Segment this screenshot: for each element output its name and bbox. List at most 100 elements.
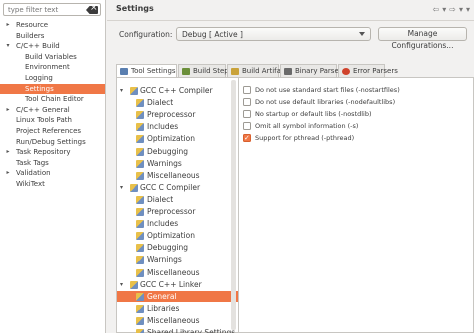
nav-item[interactable]: ▸ Resource [0,20,105,30]
tab-build-artifact[interactable]: Build Artifact [227,64,288,77]
option-page-icon [136,99,144,108]
option-checkbox[interactable] [243,86,251,94]
tool-option-page[interactable]: Optimization [117,230,238,241]
nav-item-label: Build Variables [25,52,77,61]
tool-group-label: GCC C Compiler [140,182,201,192]
forward-dropdown-icon[interactable]: ▾ [459,5,463,14]
option-checkbox[interactable] [243,98,251,106]
option-checkbox[interactable] [243,133,251,143]
tool-group-label: GCC C++ Compiler [140,86,213,95]
option-checkbox[interactable] [243,110,251,118]
expanded-arrow-icon[interactable]: ▾ [4,41,12,51]
tool-option-page[interactable]: Includes [117,218,238,229]
tab-build-steps[interactable]: Build Steps [178,64,232,77]
option-page-icon [136,208,144,216]
tool-option-page[interactable]: General [117,290,238,302]
option-page-icon [136,220,144,229]
tab-error-parsers[interactable]: Error Parsers [338,64,398,77]
tool-option-page[interactable]: Optimization [117,133,238,144]
option-page-icon [136,316,144,325]
tab-icon [182,68,190,75]
tool-option-label: Dialect [147,98,174,108]
nav-item[interactable]: Tool Chain Editor [0,94,105,104]
filter-field[interactable] [3,3,101,16]
nav-item[interactable]: WikiText [0,179,105,189]
nav-item-label: Logging [25,74,53,82]
nav-item-label: Task Repository [16,148,71,157]
nav-item[interactable]: Task Tags [0,158,105,168]
tool-option-page[interactable]: Miscellaneous [117,315,238,326]
nav-item[interactable]: ▸ C/C++ General [0,105,105,115]
expanded-arrow-icon[interactable]: ▾ [120,85,123,96]
filter-input[interactable] [8,5,86,15]
collapsed-arrow-icon[interactable]: ▸ [4,20,12,30]
nav-item[interactable]: Project References [0,126,105,136]
tool-option-page[interactable]: Shared Library Settings [117,327,238,333]
nav-item-label: Tool Chain Editor [25,95,84,104]
nav-item[interactable]: Run/Debug Settings [0,137,105,147]
nav-item[interactable]: ▸ Validation [0,168,105,178]
tab-icon [284,68,292,75]
forward-arrow-icon[interactable]: ⇨ [449,5,456,14]
nav-item[interactable]: Builders [0,31,105,41]
tool-tree: ▾ GCC C++ Compiler Dialect Preprocessor Incl… [117,78,239,333]
nav-item-label: Resource [16,21,49,29]
option-page-icon [136,232,144,241]
nav-item[interactable]: Environment [0,62,105,72]
expanded-arrow-icon[interactable]: ▾ [120,182,123,193]
tool-option-label: Preprocessor [147,207,196,216]
tab-tool-settings[interactable]: Tool Settings [116,64,177,78]
tool-option-label: Dialect [147,194,174,204]
option-label: Omit all symbol information (-s) [255,122,359,130]
tool-group[interactable]: ▾ GCC C Compiler [117,182,238,193]
expanded-arrow-icon[interactable]: ▾ [120,279,123,290]
tool-option-label: Libraries [147,303,180,313]
collapsed-arrow-icon[interactable]: ▸ [4,105,12,115]
tool-option-page[interactable]: Preprocessor [117,206,238,217]
collapsed-arrow-icon[interactable]: ▸ [4,147,12,157]
tab-binary-parsers[interactable]: Binary Parsers [280,64,345,77]
nav-item[interactable]: Build Variables [0,52,105,62]
configuration-select[interactable]: Debug [ Active ] [176,27,371,41]
configuration-value: Debug [ Active ] [182,30,243,39]
tool-option-page[interactable]: Miscellaneous [117,170,238,181]
tool-option-page[interactable]: Includes [117,121,238,132]
tool-option-page[interactable]: Dialect [117,97,238,108]
option-page-icon [136,195,144,204]
tool-option-page[interactable]: Warnings [117,254,238,265]
option-label: Support for pthread (-pthread) [255,134,355,142]
option-page-icon [136,304,144,313]
tool-option-label: Miscellaneous [147,315,200,325]
manage-configurations-button[interactable]: Manage Configurations... [378,27,467,50]
tree-scrollbar[interactable] [231,80,236,330]
tool-option-page[interactable]: Libraries [117,303,238,314]
nav-item[interactable]: Linux Tools Path [0,115,105,125]
nav-item-label: C/C++ Build [16,42,60,51]
nav-item[interactable]: Logging [0,73,105,83]
left-nav-pane: ▸ Resource Builders ▾ C/C++ BuildBuild Varia… [0,0,106,333]
tab-icon [231,68,239,75]
tool-option-page[interactable]: Debugging [117,242,238,253]
nav-item-label: Linux Tools Path [16,116,72,125]
tool-option-label: Optimization [147,231,195,241]
back-arrow-icon[interactable]: ⇦ [433,5,440,14]
tool-option-page[interactable]: Warnings [117,158,238,169]
nav-item[interactable]: ▾ C/C++ Build [0,41,105,51]
nav-item[interactable]: ▸ Task Repository [0,147,105,157]
history-nav: ⇦ ▾ ⇨ ▾ ▾ [430,5,470,14]
view-menu-icon[interactable]: ▾ [466,5,470,14]
nav-item[interactable]: Settings [0,83,105,94]
option-checkbox[interactable] [243,122,251,130]
clear-filter-icon[interactable] [86,6,98,14]
tool-group[interactable]: ▾ GCC C++ Linker [117,279,238,290]
tool-option-page[interactable]: Debugging [117,146,238,157]
tab-content: ▾ GCC C++ Compiler Dialect Preprocessor Incl… [116,77,474,333]
tool-option-page[interactable]: Dialect [117,194,238,205]
collapsed-arrow-icon[interactable]: ▸ [4,168,12,178]
back-dropdown-icon[interactable]: ▾ [442,5,446,14]
tool-option-page[interactable]: Preprocessor [117,109,238,120]
tool-option-page[interactable]: Miscellaneous [117,267,238,278]
tool-group[interactable]: ▾ GCC C++ Compiler [117,85,238,96]
option-page-icon [136,171,144,180]
option-page-icon [136,147,144,156]
